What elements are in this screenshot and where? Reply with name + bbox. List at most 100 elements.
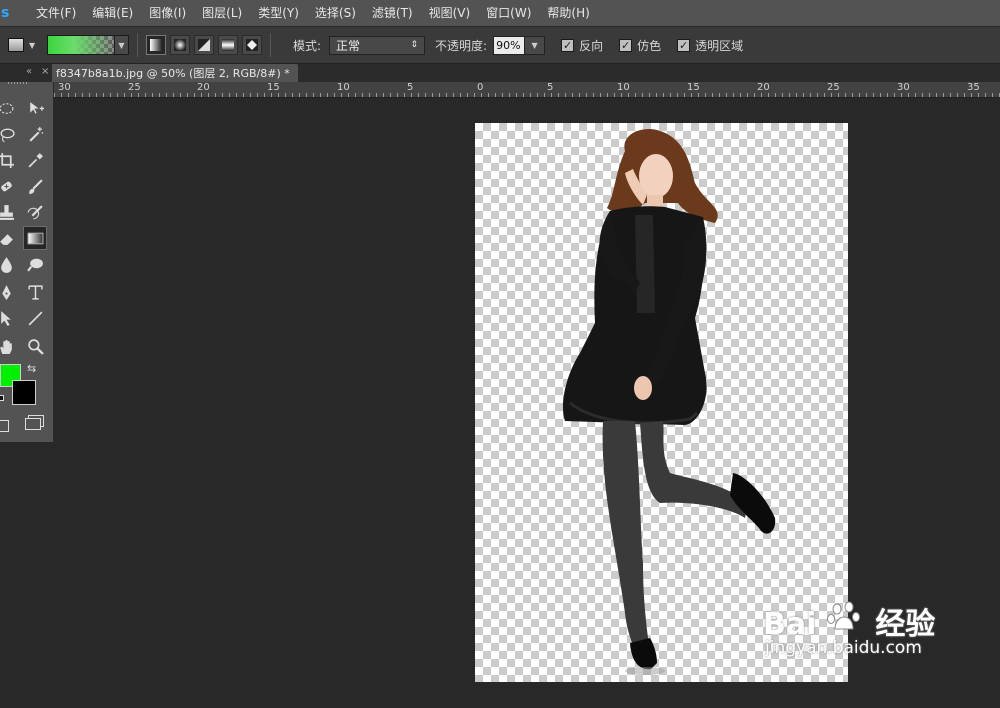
radial-gradient-button[interactable] — [170, 35, 190, 55]
ruler-tick — [495, 93, 496, 97]
eyedropper-icon[interactable] — [23, 148, 47, 172]
menu-layer[interactable]: 图层(L) — [194, 0, 250, 26]
menu-filter[interactable]: 滤镜(T) — [364, 0, 421, 26]
clone-stamp-icon[interactable] — [0, 200, 18, 224]
opacity-slider-caret-icon[interactable]: ▼ — [525, 35, 546, 55]
ruler-tick — [880, 93, 881, 97]
ruler-tick — [579, 93, 580, 97]
pen-icon[interactable] — [0, 280, 18, 304]
ruler-tick — [838, 93, 839, 97]
ruler-tick — [404, 93, 405, 97]
quick-mask-icon[interactable] — [0, 420, 9, 432]
updown-icon: ⇕ — [410, 40, 419, 50]
panel-grip[interactable] — [8, 82, 28, 84]
dither-option[interactable]: ✓ 仿色 — [619, 37, 661, 54]
gradient-icon[interactable] — [23, 226, 47, 250]
ruler-tick — [852, 93, 853, 97]
ruler-tick — [992, 93, 993, 97]
ruler-tick — [334, 93, 335, 97]
horizontal-ruler[interactable]: 30 25 20 15 10 5 0 5 10 15 20 25 30 35 — [54, 82, 1000, 98]
ruler-tick — [243, 93, 244, 97]
ruler-tick — [803, 93, 804, 97]
blur-icon[interactable] — [0, 252, 18, 276]
move-icon[interactable] — [23, 96, 47, 120]
transparency-label: 透明区域 — [695, 38, 744, 53]
mode-label: 模式: — [293, 38, 322, 53]
ruler-tick — [418, 93, 419, 97]
marquee-icon[interactable] — [0, 96, 18, 120]
close-panel-icon[interactable]: × — [41, 66, 49, 77]
ruler-tick — [124, 93, 125, 97]
transparency-checkbox[interactable]: ✓ — [677, 38, 691, 52]
screen-mode-icon[interactable] — [25, 418, 41, 430]
background-color-swatch[interactable] — [12, 380, 36, 405]
tools-panel: ⇆ — [0, 82, 54, 442]
menu-edit[interactable]: 编辑(E) — [84, 0, 141, 26]
menu-file[interactable]: 文件(F) — [28, 0, 84, 26]
ruler-tick — [425, 93, 426, 97]
spot-healing-icon[interactable] — [0, 174, 18, 198]
menu-window[interactable]: 窗口(W) — [478, 0, 539, 26]
menu-type[interactable]: 类型(Y) — [250, 0, 307, 26]
reverse-label: 反向 — [579, 38, 604, 53]
tool-preset-caret-icon[interactable]: ▼ — [29, 41, 39, 50]
ruler-label: 35 — [967, 82, 980, 93]
menu-select[interactable]: 选择(S) — [307, 0, 364, 26]
ruler-tick — [859, 93, 860, 97]
ruler-tick — [677, 93, 678, 97]
ruler-tick — [964, 93, 965, 97]
menu-view[interactable]: 视图(V) — [421, 0, 479, 26]
type-icon[interactable] — [23, 280, 47, 304]
gradient-preview[interactable] — [48, 36, 114, 54]
magic-wand-icon[interactable] — [23, 122, 47, 146]
default-colors-icon[interactable] — [0, 395, 4, 401]
ruler-tick — [229, 93, 230, 97]
diamond-gradient-button[interactable] — [242, 35, 262, 55]
ruler-tick — [985, 93, 986, 97]
document-tab-strip: « × f8347b8a1b.jpg @ 50% (图层 2, RGB/8#) … — [0, 64, 1000, 82]
opacity-input[interactable]: 90% — [493, 35, 526, 55]
mode-select[interactable]: 正常 ⇕ — [329, 35, 426, 55]
tool-preset-picker[interactable] — [8, 38, 24, 52]
line-icon[interactable] — [23, 306, 47, 330]
transparency-option[interactable]: ✓ 透明区域 — [677, 37, 743, 54]
gradient-picker[interactable]: ▼ — [47, 35, 129, 55]
eraser-icon[interactable] — [0, 226, 18, 250]
reverse-option[interactable]: ✓ 反向 — [561, 37, 603, 54]
ruler-tick — [691, 93, 692, 97]
ruler-tick — [635, 93, 636, 97]
menu-image[interactable]: 图像(I) — [141, 0, 194, 26]
chevron-down-icon[interactable]: ▼ — [114, 36, 128, 54]
ruler-label: 20 — [757, 82, 770, 93]
ruler-tick — [411, 93, 412, 97]
linear-gradient-button[interactable] — [146, 35, 166, 55]
reverse-checkbox[interactable]: ✓ — [561, 38, 575, 52]
lasso-icon[interactable] — [0, 122, 18, 146]
angle-gradient-button[interactable] — [194, 35, 214, 55]
canvas-area[interactable]: Bai 经验 jingyan.baidu.com — [55, 99, 1000, 708]
ruler-tick — [362, 93, 363, 97]
menu-list: 文件(F) 编辑(E) 图像(I) 图层(L) 类型(Y) 选择(S) 滤镜(T… — [28, 0, 598, 26]
collapse-panel-icon[interactable]: « — [26, 66, 32, 77]
ruler-tick — [54, 93, 55, 97]
ruler-label: 5 — [407, 82, 414, 93]
zoom-icon[interactable] — [23, 334, 47, 358]
document-tab[interactable]: f8347b8a1b.jpg @ 50% (图层 2, RGB/8#) * × — [52, 64, 298, 82]
swap-colors-icon[interactable]: ⇆ — [27, 362, 36, 375]
hand-icon[interactable] — [0, 334, 18, 358]
menu-help[interactable]: 帮助(H) — [539, 0, 597, 26]
crop-icon[interactable] — [0, 148, 18, 172]
ruler-tick — [208, 93, 209, 97]
brush-icon[interactable] — [23, 174, 47, 198]
ruler-tick — [719, 93, 720, 97]
history-brush-icon[interactable] — [23, 200, 47, 224]
ruler-tick — [341, 93, 342, 97]
reflected-gradient-button[interactable] — [218, 35, 238, 55]
ruler-tick — [950, 93, 951, 97]
dither-checkbox[interactable]: ✓ — [619, 38, 633, 52]
dodge-icon[interactable] — [23, 252, 47, 276]
path-selection-icon[interactable] — [0, 306, 18, 330]
ruler-tick — [180, 93, 181, 97]
ruler-tick — [712, 93, 713, 97]
ruler-tick — [131, 93, 132, 97]
